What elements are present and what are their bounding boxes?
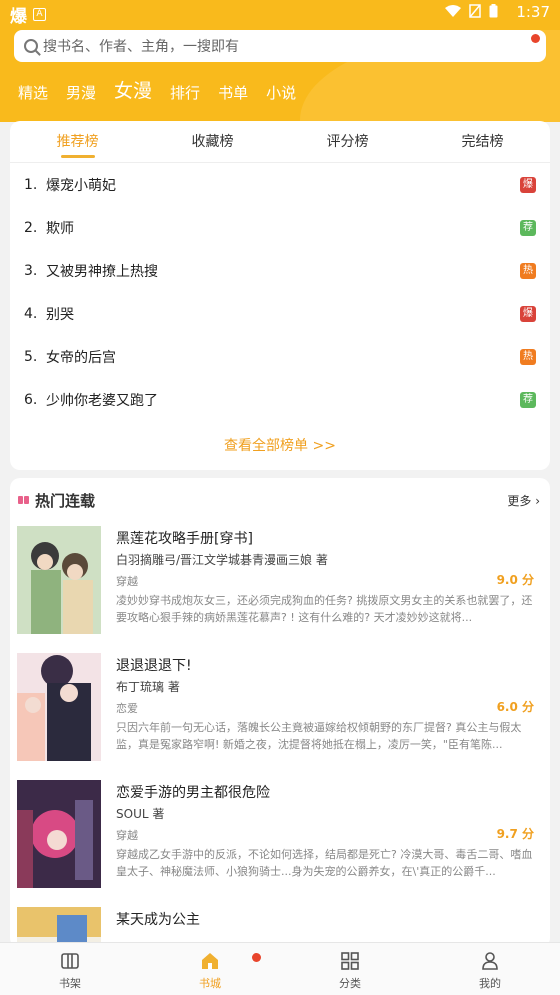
tab-3[interactable]: 排行 [170, 82, 200, 103]
rank-title: 女帝的后宫 [46, 349, 116, 366]
rank-item[interactable]: 3. 又被男神撩上热搜 热 [10, 249, 550, 292]
book-cover[interactable] [17, 653, 101, 761]
book-description: 凌妙妙穿书成炮灰女三，还必须完成狗血的任务? 挑拨原文男女主的关系也就罢了，还要… [116, 594, 533, 624]
section-header: 热门连载 更多 › [10, 478, 550, 522]
rank-item[interactable]: 6. 少帅你老婆又跑了 荐 [10, 378, 550, 421]
signal-off-icon [469, 4, 481, 18]
rank-number: 1. [24, 176, 38, 193]
clock: 1:37 [516, 3, 550, 21]
rank-tag-badge: 荐 [520, 392, 536, 408]
app-notification-icon: 爆 [10, 7, 27, 27]
bottom-nav-item-3[interactable]: 我的 [420, 943, 560, 995]
rank-title: 爆宠小萌妃 [46, 177, 116, 194]
book-title: 退退退退下! [116, 658, 192, 674]
tab-5[interactable]: 小说 [266, 82, 296, 103]
rank-tag-badge: 爆 [520, 306, 536, 322]
book-description: 穿越成乙女手游中的反派，不论如何选择，结局都是死亡? 冷漠大哥、毒舌二哥、嗜血皇… [116, 848, 533, 878]
bottom-nav-label: 书架 [59, 977, 81, 990]
bottom-nav-label: 我的 [479, 977, 501, 990]
rank-tag-badge: 热 [520, 263, 536, 279]
search-icon [24, 39, 38, 53]
rank-title: 欺师 [46, 220, 74, 237]
book-item[interactable]: 退退退退下! 布丁琉璃 著恋爱 6.0 分只因六年前一句无心话，落魄长公主竟被逼嫁给… [10, 653, 550, 763]
rank-number: 3. [24, 262, 38, 279]
category-tabs: 精选 男漫 女漫 排行 书单 小说 [18, 76, 296, 103]
book-genre: 穿越 [116, 575, 138, 588]
more-link[interactable]: 更多 › [507, 492, 540, 509]
rank-item[interactable]: 5. 女帝的后宫 热 [10, 335, 550, 378]
book-genre: 恋爱 [116, 702, 138, 715]
tab-2[interactable]: 女漫 [114, 76, 152, 103]
rank-number: 5. [24, 348, 38, 365]
book-title: 黑莲花攻略手册[穿书] [116, 531, 253, 547]
tab-1[interactable]: 男漫 [66, 82, 96, 103]
ranking-tab-0[interactable]: 推荐榜 [10, 121, 145, 162]
rank-tag-badge: 爆 [520, 177, 536, 193]
bottom-nav-item-2[interactable]: 分类 [280, 943, 420, 995]
rank-title: 少帅你老婆又跑了 [46, 392, 158, 409]
notification-dot [252, 953, 261, 962]
book-score: 9.7 分 [496, 827, 534, 841]
bottom-nav-label: 分类 [339, 977, 361, 990]
book-score: 6.0 分 [496, 700, 534, 714]
rank-tag-badge: 荐 [520, 220, 536, 236]
bookshelf-icon [61, 953, 79, 969]
book-title: 恋爱手游的男主都很危险 [116, 785, 270, 801]
status-bar: 爆 A 1:37 [0, 0, 560, 27]
ranking-tab-2[interactable]: 评分榜 [280, 121, 415, 162]
rank-title: 又被男神撩上热搜 [46, 263, 158, 280]
book-score: 9.0 分 [496, 573, 534, 587]
hot-serial-section: 热门连载 更多 › 黑莲花攻略手册[穿书] 白羽摘雕弓/晋江文学城碁青漫画三娘 著… [10, 478, 550, 948]
tab-4[interactable]: 书单 [218, 82, 248, 103]
section-title: 热门连载 [35, 492, 96, 510]
rank-title: 别哭 [46, 306, 74, 323]
bottom-nav-label: 书城 [199, 977, 221, 990]
bottom-nav: 书架 书城 分类 我的 [0, 942, 560, 995]
ranking-tab-1[interactable]: 收藏榜 [145, 121, 280, 162]
a-notification-icon: A [33, 8, 46, 21]
book-cover[interactable] [17, 526, 101, 634]
book-title: 某天成为公主 [116, 912, 200, 928]
rank-item[interactable]: 4. 别哭 爆 [10, 292, 550, 335]
bottom-nav-item-1[interactable]: 书城 [140, 943, 280, 995]
more-label: 更多 [507, 494, 532, 508]
tab-0[interactable]: 精选 [18, 82, 48, 103]
ranking-list: 1. 爆宠小萌妃爆 2. 欺师荐 3. 又被男神撩上热搜热 4. 别哭爆 5. 女帝的后宫热 6. 少… [10, 163, 550, 421]
book-author: SOUL 著 [116, 807, 165, 821]
grid-icon [341, 952, 359, 970]
home-store-icon [202, 953, 218, 969]
book-cover[interactable] [17, 780, 101, 888]
person-icon [482, 952, 498, 970]
book-genre: 穿越 [116, 829, 138, 842]
book-icon [18, 496, 29, 504]
ranking-tab-3[interactable]: 完结榜 [415, 121, 550, 162]
ranking-tabs: 推荐榜 收藏榜 评分榜 完结榜 [10, 121, 550, 163]
book-author: 布丁琉璃 著 [116, 680, 180, 694]
search-bar[interactable]: 搜书名、作者、主角，一搜即有 [14, 30, 546, 62]
book-item[interactable]: 恋爱手游的男主都很危险 SOUL 著穿越 9.7 分穿越成乙女手游中的反派，不论如何… [10, 780, 550, 890]
bottom-nav-item-0[interactable]: 书架 [0, 943, 140, 995]
rank-item[interactable]: 1. 爆宠小萌妃 爆 [10, 163, 550, 206]
chevron-right-icon: › [531, 494, 540, 508]
book-author: 白羽摘雕弓/晋江文学城碁青漫画三娘 著 [116, 553, 328, 567]
rank-tag-badge: 热 [520, 349, 536, 365]
view-all-rankings-link[interactable]: 查看全部榜单 >> [10, 435, 550, 455]
battery-icon [489, 4, 498, 18]
rank-number: 4. [24, 305, 38, 322]
book-description: 只因六年前一句无心话，落魄长公主竟被逼嫁给权倾朝野的东厂提督? 真公主与假太监，… [116, 721, 522, 751]
notification-dot [531, 34, 540, 43]
ranking-card: 推荐榜 收藏榜 评分榜 完结榜 1. 爆宠小萌妃爆 2. 欺师荐 3. 又被男神撩上热搜热 4. 别… [10, 121, 550, 470]
rank-item[interactable]: 2. 欺师 荐 [10, 206, 550, 249]
rank-number: 2. [24, 219, 38, 236]
search-placeholder: 搜书名、作者、主角，一搜即有 [43, 39, 239, 55]
book-item[interactable]: 黑莲花攻略手册[穿书] 白羽摘雕弓/晋江文学城碁青漫画三娘 著穿越 9.0 分凌妙妙… [10, 526, 550, 636]
wifi-icon [445, 5, 461, 17]
rank-number: 6. [24, 391, 38, 408]
